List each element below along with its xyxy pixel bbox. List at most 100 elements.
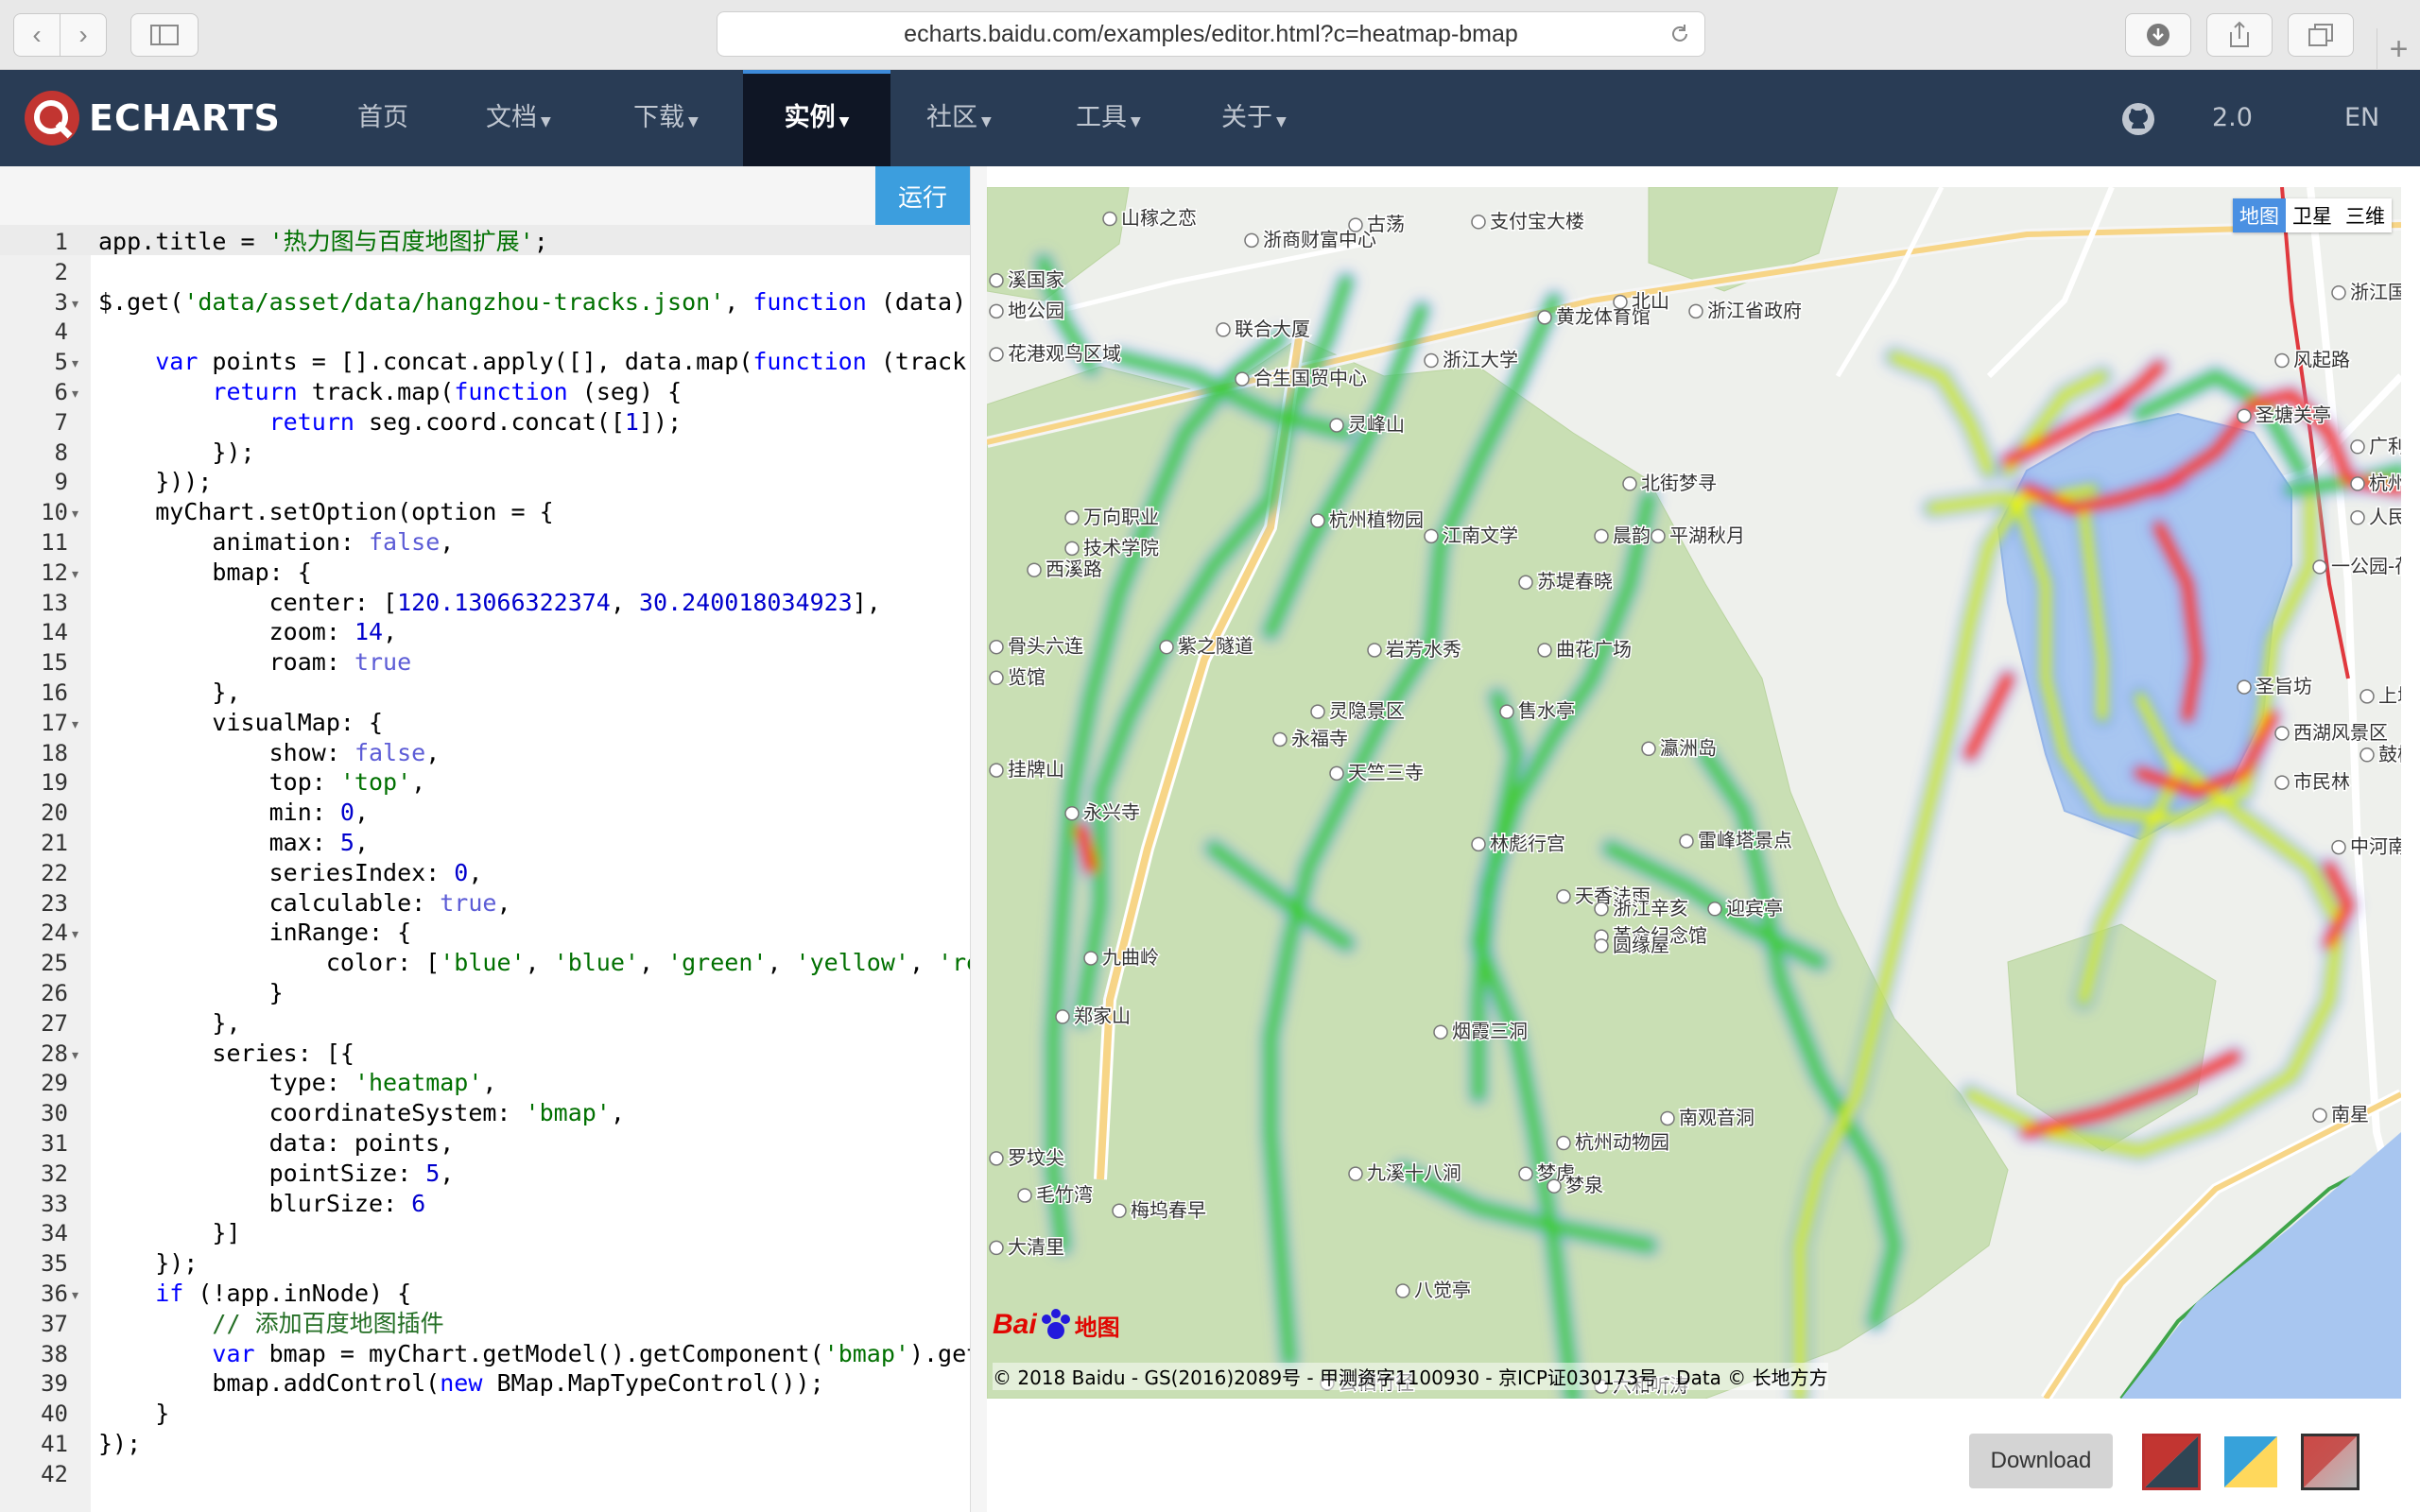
nav-examples[interactable]: 实例 ▼ [743, 70, 890, 166]
line-number: 25 [41, 950, 68, 977]
echarts-logo[interactable]: ECHARTS [23, 91, 281, 146]
code-line[interactable]: animation: false, [98, 527, 454, 558]
map-type-3d[interactable]: 三维 [2339, 198, 2392, 232]
tabs-button[interactable] [2288, 13, 2354, 57]
nav-docs[interactable]: 文档 ▼ [486, 70, 551, 166]
code-line[interactable]: app.title = '热力图与百度地图扩展'; [98, 227, 548, 257]
code-line[interactable]: } [98, 978, 284, 1008]
code-line[interactable]: max: 5, [98, 828, 369, 858]
nav-download[interactable]: 下载 ▼ [633, 70, 699, 166]
fold-arrow-icon[interactable]: ▾ [72, 377, 78, 407]
map-place-label: 挂牌山 [1008, 758, 1064, 781]
code-line[interactable]: return track.map(function (seg) { [98, 377, 682, 407]
map-type-satellite[interactable]: 卫星 [2286, 198, 2339, 232]
nav-about[interactable]: 关于 ▼ [1221, 70, 1287, 166]
code-line[interactable]: data: points, [98, 1128, 455, 1159]
fold-arrow-icon[interactable]: ▾ [72, 918, 78, 948]
share-button[interactable] [2206, 13, 2273, 57]
code-line[interactable]: myChart.setOption(option = { [98, 497, 553, 527]
map-place-label: 圣旨坊 [2256, 675, 2312, 697]
fold-arrow-icon[interactable]: ▾ [72, 1279, 78, 1309]
panel-divider[interactable] [970, 166, 987, 1512]
fold-arrow-icon[interactable]: ▾ [72, 708, 78, 738]
theme-light-swatch[interactable] [2221, 1434, 2280, 1490]
run-button[interactable]: 运行 [875, 166, 970, 225]
code-line[interactable]: }, [98, 1008, 240, 1039]
poi-marker-icon [2237, 408, 2252, 423]
fold-arrow-icon[interactable]: ▾ [72, 287, 78, 318]
code-line[interactable]: // 添加百度地图插件 [98, 1309, 443, 1339]
forward-button[interactable]: › [60, 13, 107, 57]
theme-dark-swatch[interactable] [2142, 1434, 2201, 1490]
map-place-label: 杭州植物园 [1329, 508, 1424, 531]
poi-marker-icon [1216, 322, 1231, 337]
fold-arrow-icon[interactable]: ▾ [72, 1039, 78, 1069]
code-line[interactable]: var points = [].concat.apply([], data.ma… [98, 347, 970, 377]
map-place-label: 苏堤春晓 [1537, 570, 1613, 593]
code-line[interactable]: }); [98, 1248, 198, 1279]
poi-marker-icon [2360, 689, 2375, 704]
nav-version[interactable]: 2.0 [2212, 70, 2253, 166]
reload-icon[interactable] [1668, 23, 1691, 45]
fold-arrow-icon[interactable]: ▾ [72, 558, 78, 588]
code-line[interactable]: top: 'top', [98, 767, 426, 798]
url-bar[interactable]: echarts.baidu.com/examples/editor.html?c… [717, 11, 1705, 57]
nav-language-label: EN [2344, 103, 2380, 132]
code-line[interactable]: var bmap = myChart.getModel().getCompone… [98, 1339, 970, 1369]
code-line[interactable]: show: false, [98, 738, 441, 768]
code-line[interactable]: })); [98, 467, 212, 497]
nav-community[interactable]: 社区 ▼ [926, 70, 992, 166]
code-line[interactable]: if (!app.inNode) { [98, 1279, 411, 1309]
code-line[interactable]: bmap.addControl(new BMap.MapTypeControl(… [98, 1368, 823, 1399]
code-line[interactable]: inRange: { [98, 918, 412, 948]
code-line[interactable]: roam: true [98, 647, 412, 678]
add-tab-button[interactable]: + [2377, 28, 2420, 70]
back-button[interactable]: ‹ [13, 13, 60, 57]
map-type-map[interactable]: 地图 [2233, 198, 2286, 232]
download-button[interactable]: Download [1969, 1434, 2113, 1488]
code-line[interactable]: blurSize: 6 [98, 1189, 426, 1219]
line-number: 36 [41, 1280, 68, 1307]
code-line[interactable]: }, [98, 678, 240, 708]
nav-tools[interactable]: 工具 ▼ [1076, 70, 1141, 166]
poi-marker-icon [989, 639, 1004, 655]
code-line[interactable]: min: 0, [98, 798, 369, 828]
code-line[interactable]: } [98, 1399, 169, 1429]
code-line[interactable]: bmap: { [98, 558, 311, 588]
sidebar-toggle-button[interactable] [130, 13, 199, 57]
code-line[interactable]: type: 'heatmap', [98, 1068, 497, 1098]
code-line[interactable]: coordinateSystem: 'bmap', [98, 1098, 625, 1128]
code-line[interactable]: seriesIndex: 0, [98, 858, 483, 888]
map-place-label: 平湖秋月 [1669, 524, 1745, 546]
code-line[interactable]: }); [98, 1429, 141, 1459]
code-editor[interactable]: 1 2 3 ▾ 4 5 ▾ 6 ▾ 7 8 9 10 ▾ 11 12 ▾ 13 14 15 16 17 ▾ 18 19 20 21 2… [0, 225, 970, 1512]
map-panel[interactable]: 山稼之恋 浙商财富中心 古荡 支付宝大楼 溪国家 地公园 联合大厦 黄龙体育馆 北山 浙江省政府浙… [987, 187, 2401, 1399]
theme-default-swatch[interactable] [2301, 1434, 2360, 1490]
download-manager-button[interactable] [2125, 13, 2191, 57]
code-line[interactable]: color: ['blue', 'blue', 'green', 'yellow… [98, 948, 970, 978]
nav-language[interactable]: EN [2344, 70, 2379, 166]
map-place-label: 梅坞春早 [1131, 1198, 1206, 1221]
poi-marker-icon [1556, 889, 1571, 904]
poi-marker-icon [1064, 541, 1080, 557]
code-line[interactable]: center: [120.13066322374, 30.24001803492… [98, 588, 881, 618]
code-line[interactable]: }); [98, 438, 254, 468]
line-number: 26 [41, 980, 68, 1006]
url-text: echarts.baidu.com/examples/editor.html?c… [904, 20, 1518, 47]
code-line[interactable]: pointSize: 5, [98, 1159, 455, 1189]
code-line[interactable]: zoom: 14, [98, 617, 398, 647]
code-line[interactable]: series: [{ [98, 1039, 354, 1069]
code-line[interactable]: return seg.coord.concat([1]); [98, 407, 683, 438]
code-line[interactable]: $.get('data/asset/data/hangzhou-tracks.j… [98, 287, 970, 318]
fold-arrow-icon[interactable]: ▾ [72, 497, 78, 527]
code-line[interactable]: calculable: true, [98, 888, 511, 919]
heatmap-bmap[interactable]: 山稼之恋浙商财富中心古荡 支付宝大楼溪国家地公园联合大厦黄龙体育馆北山 浙江省政府浙… [987, 187, 2401, 1399]
code-line[interactable]: }] [98, 1218, 240, 1248]
nav-home[interactable]: 首页 [357, 70, 408, 166]
fold-arrow-icon[interactable]: ▾ [72, 347, 78, 377]
code-line[interactable]: visualMap: { [98, 708, 383, 738]
forward-icon: › [78, 20, 88, 49]
github-icon[interactable] [2121, 102, 2155, 136]
poi-marker-icon [1688, 303, 1703, 319]
baidu-paw-icon [1041, 1309, 1070, 1339]
